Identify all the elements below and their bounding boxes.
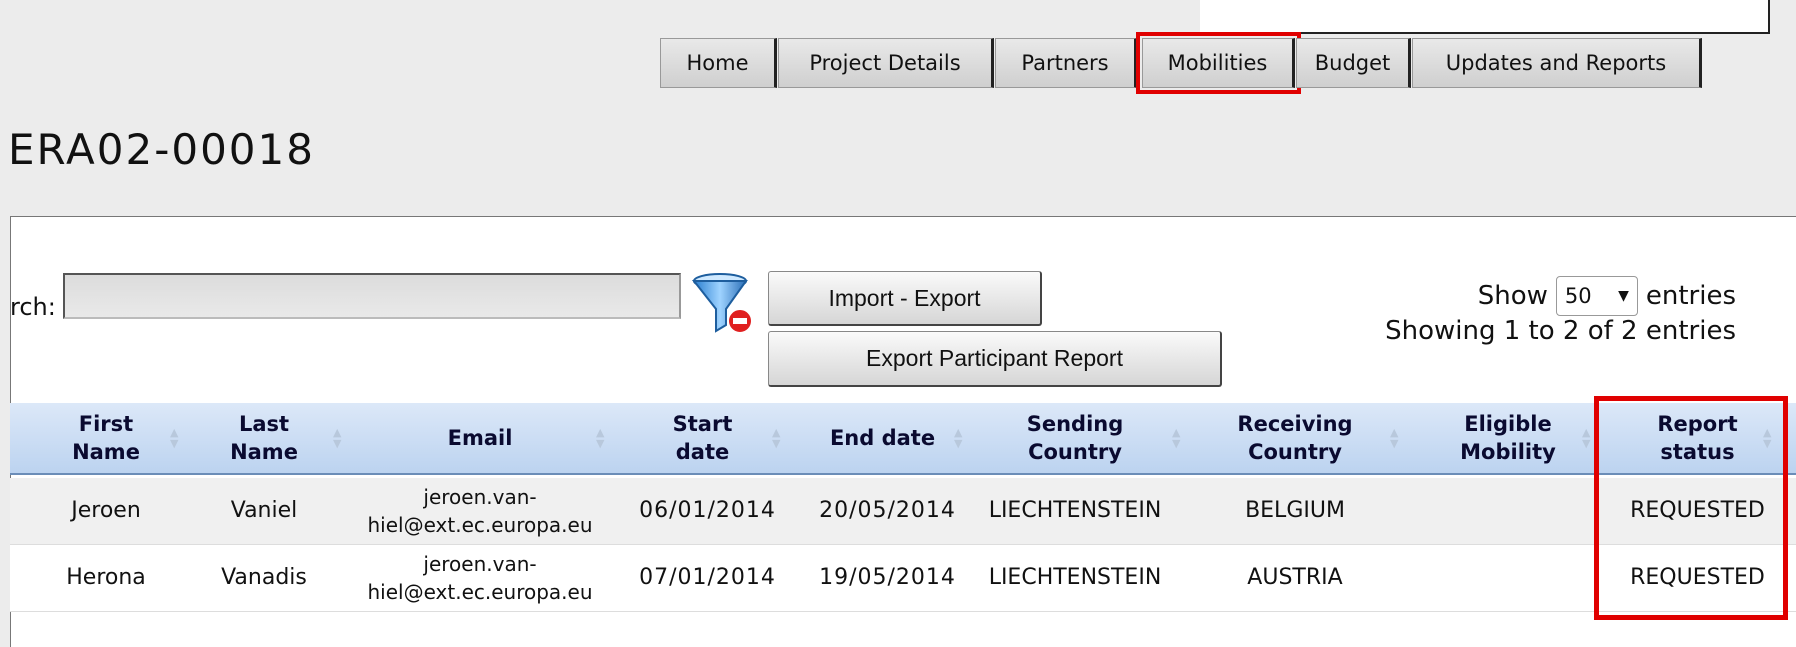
import-export-button[interactable]: Import - Export <box>768 271 1042 326</box>
table-row[interactable]: Jeroen Vaniel jeroen.van-hiel@ext.ec.eur… <box>10 478 1796 545</box>
column-header-sending-country[interactable]: Sending Country <box>975 403 1175 473</box>
tab-partners[interactable]: Partners <box>995 38 1137 88</box>
sort-icon: ▲ ▼ <box>1172 426 1181 450</box>
show-label: Show <box>1477 281 1548 311</box>
sort-icon: ▲ ▼ <box>1582 426 1591 450</box>
cell-eligible-mobility <box>1408 545 1608 611</box>
sort-icon: ▲ ▼ <box>1763 426 1772 450</box>
cell-sending-country: LIECHTENSTEIN <box>988 498 1162 523</box>
cell-first-name: Herona <box>66 565 146 590</box>
table-row[interactable]: Herona Vanadis jeroen.van-hiel@ext.ec.eu… <box>10 545 1796 612</box>
column-header-last-name[interactable]: Last Name <box>188 403 340 473</box>
tab-budget[interactable]: Budget <box>1296 38 1411 88</box>
cell-report-status: REQUESTED <box>1630 565 1765 590</box>
entries-select[interactable]: 50 ▼ <box>1555 276 1638 316</box>
cell-receiving-country: AUSTRIA <box>1247 565 1343 590</box>
tab-updates-and-reports[interactable]: Updates and Reports <box>1412 38 1702 88</box>
length-menu: Show 50 ▼ entries <box>1478 276 1736 316</box>
export-participant-report-button[interactable]: Export Participant Report <box>768 331 1222 387</box>
cell-email: jeroen.van-hiel@ext.ec.europa.eu <box>367 485 593 537</box>
sort-icon: ▲ ▼ <box>170 426 179 450</box>
column-header-end-date[interactable]: End date <box>795 403 970 473</box>
cell-start-date: 06/01/2014 <box>639 498 776 523</box>
column-header-receiving-country[interactable]: Receiving Country <box>1190 403 1400 473</box>
table-header: First Name ▲ ▼ Last Name ▲ ▼ Email ▲ ▼ Start d… <box>10 403 1796 475</box>
sort-icon: ▲ ▼ <box>772 426 781 450</box>
tab-mobilities[interactable]: Mobilities <box>1136 32 1301 94</box>
search-label: rch: <box>10 293 56 321</box>
tab-home[interactable]: Home <box>660 38 777 88</box>
page-title: ERA02-00018 <box>8 125 315 174</box>
search-input[interactable] <box>63 273 681 319</box>
sort-icon: ▲ ▼ <box>333 426 342 450</box>
column-header-email[interactable]: Email <box>350 403 610 473</box>
entries-label: entries <box>1645 281 1736 311</box>
cell-start-date: 07/01/2014 <box>639 565 776 590</box>
entries-select-value: 50 <box>1564 284 1592 308</box>
table-info: Showing 1 to 2 of 2 entries <box>1385 316 1736 346</box>
column-header-start-date[interactable]: Start date <box>620 403 785 473</box>
clear-filter-icon[interactable] <box>692 271 756 337</box>
chevron-down-icon: ▼ <box>1618 288 1629 304</box>
cell-eligible-mobility <box>1408 478 1608 544</box>
cell-end-date: 19/05/2014 <box>819 565 956 590</box>
top-right-frame <box>1200 0 1770 34</box>
column-header-eligible-mobility[interactable]: Eligible Mobility <box>1408 403 1608 473</box>
sort-icon: ▲ ▼ <box>596 426 605 450</box>
cell-receiving-country: BELGIUM <box>1245 498 1345 523</box>
sort-icon: ▲ ▼ <box>954 426 963 450</box>
cell-report-status: REQUESTED <box>1630 498 1765 523</box>
tab-project-details[interactable]: Project Details <box>778 38 994 88</box>
column-header-first-name[interactable]: First Name <box>30 403 182 473</box>
cell-email: jeroen.van-hiel@ext.ec.europa.eu <box>367 552 593 604</box>
cell-last-name: Vanadis <box>221 565 307 590</box>
cell-first-name: Jeroen <box>71 498 141 523</box>
cell-end-date: 20/05/2014 <box>819 498 956 523</box>
sort-icon: ▲ ▼ <box>1390 426 1399 450</box>
cell-last-name: Vaniel <box>230 498 298 523</box>
cell-sending-country: LIECHTENSTEIN <box>988 565 1162 590</box>
